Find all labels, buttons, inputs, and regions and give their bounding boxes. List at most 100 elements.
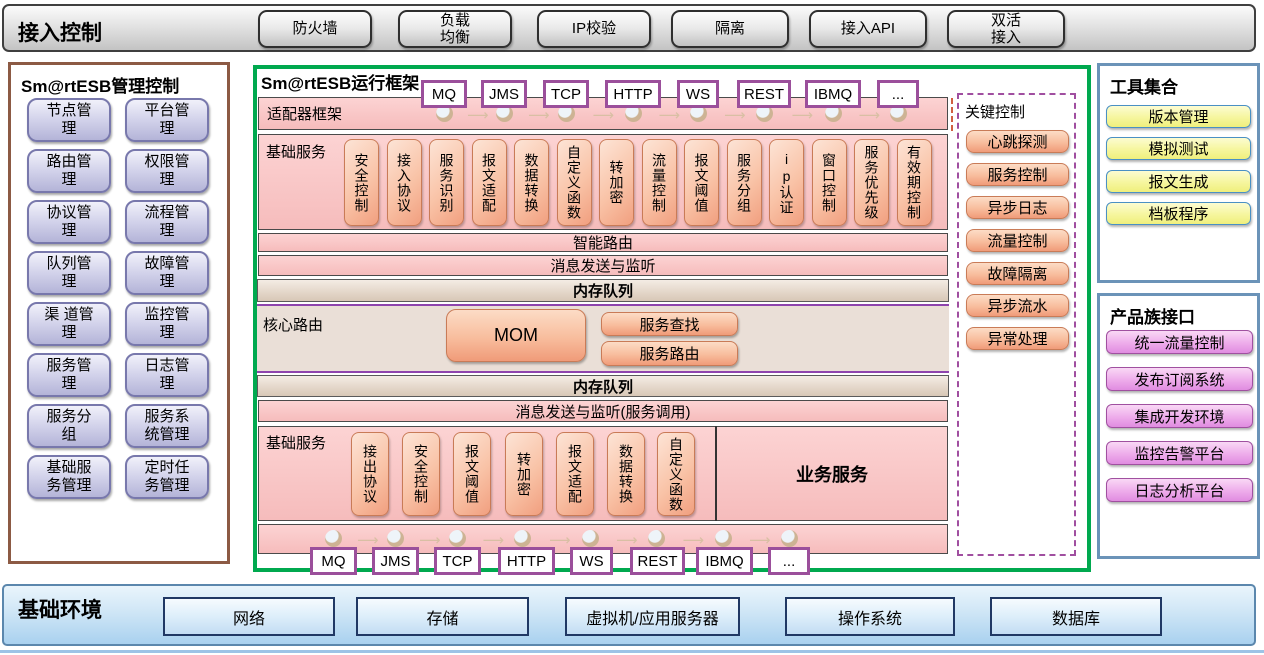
management-title: Sm@rtESB管理控制: [21, 72, 179, 97]
key-control-item: 流量控制: [966, 229, 1069, 252]
tool-item: 档板程序: [1106, 202, 1251, 225]
service-box-out: 安全控制: [402, 432, 440, 516]
flow-arrow-icon: ⟶: [593, 106, 615, 124]
adapter-keycontrol-connector: [951, 98, 953, 131]
service-box-in: 转加密: [599, 139, 634, 226]
service-box-in: 窗口控制: [812, 139, 847, 226]
management-panel: Sm@rtESB管理控制 节点管理平台管理路由管理权限管理协议管理流程管理队列管…: [8, 62, 230, 564]
access-control-item: 接入API: [809, 10, 927, 48]
key-control-item: 异常处理: [966, 327, 1069, 350]
service-box-out: 接出协议: [351, 432, 389, 516]
protocol-box-top: IBMQ: [805, 80, 861, 108]
protocol-box-bottom: IBMQ: [696, 547, 753, 575]
management-item: 基础服务管理: [27, 455, 111, 499]
management-item: 平台管理: [125, 98, 209, 142]
flow-arrow-icon: ⟶: [467, 106, 489, 124]
tools-panel: 工具集合 版本管理模拟测试报文生成档板程序: [1097, 63, 1260, 283]
connector-dot: [514, 530, 531, 547]
key-control-item: 异步日志: [966, 196, 1069, 219]
service-box-in: 服务识别: [429, 139, 464, 226]
connector-dot: [387, 530, 404, 547]
connector-dot: [715, 530, 732, 547]
runtime-framework-panel: Sm@rtESB运行框架 适配器框架 基础服务 智能路由 消息发送与监听 内存队…: [253, 65, 1091, 572]
management-item: 服务管理: [27, 353, 111, 397]
service-box-in: 接入协议: [387, 139, 422, 226]
management-item: 渠 道管理: [27, 302, 111, 346]
connector-dot: [325, 530, 342, 547]
tool-item: 版本管理: [1106, 105, 1251, 128]
environment-title: 基础环境: [18, 594, 102, 624]
management-item: 队列管理: [27, 251, 111, 295]
core-routing-label: 核心路由: [263, 314, 323, 335]
esb-architecture-diagram: 接入控制 防火墙负载 均衡IP校验隔离接入API双活 接入 Sm@rtESB管理…: [0, 0, 1264, 655]
memory-queue-bottom-bar: 内存队列: [257, 375, 949, 397]
protocol-box-bottom: REST: [630, 547, 685, 575]
protocol-box-bottom: TCP: [434, 547, 481, 575]
connector-dot: [582, 530, 599, 547]
protocol-box-top: MQ: [421, 80, 467, 108]
protocol-box-bottom: JMS: [372, 547, 419, 575]
service-box-out: 自定义函数: [657, 432, 695, 516]
key-control-title: 关键控制: [965, 101, 1025, 122]
connector-dot: [449, 530, 466, 547]
product-family-panel: 产品族接口 统一流量控制发布订阅系统集成开发环境监控告警平台日志分析平台: [1097, 293, 1260, 559]
connector-dot: [781, 530, 798, 547]
access-control-bar: 接入控制 防火墙负载 均衡IP校验隔离接入API双活 接入: [2, 4, 1256, 52]
management-item: 日志管理: [125, 353, 209, 397]
product-item: 集成开发环境: [1106, 404, 1253, 428]
environment-item: 存储: [356, 597, 529, 636]
runtime-framework-title: Sm@rtESB运行框架: [261, 69, 419, 94]
service-box-in: ip认证: [769, 139, 804, 226]
flow-arrow-icon: ⟶: [859, 106, 881, 124]
service-box-out: 转加密: [505, 432, 543, 516]
environment-item: 网络: [163, 597, 335, 636]
protocol-box-top: HTTP: [605, 80, 661, 108]
management-item: 监控管理: [125, 302, 209, 346]
smart-routing-bar: 智能路由: [258, 233, 948, 252]
key-control-item: 异步流水: [966, 294, 1069, 317]
service-box-in: 自定义函数: [557, 139, 592, 226]
access-control-title: 接入控制: [18, 17, 102, 47]
environment-item: 数据库: [990, 597, 1162, 636]
service-box-in: 有效期控制: [897, 139, 932, 226]
connector-dot: [648, 530, 665, 547]
protocol-box-top: ...: [877, 80, 919, 108]
product-item: 监控告警平台: [1106, 441, 1253, 465]
environment-item: 虚拟机/应用服务器: [565, 597, 740, 636]
service-box-in: 服务优先级: [854, 139, 889, 226]
protocol-box-top: JMS: [481, 80, 527, 108]
management-item: 流程管理: [125, 200, 209, 244]
management-item: 节点管理: [27, 98, 111, 142]
tool-item: 报文生成: [1106, 170, 1251, 193]
business-services-label: 业务服务: [716, 426, 948, 521]
management-item: 服务分组: [27, 404, 111, 448]
protocol-box-bottom: WS: [570, 547, 613, 575]
bottom-accent-line: [0, 650, 1264, 653]
adapter-framework-label: 适配器框架: [267, 103, 342, 124]
management-item: 协议管理: [27, 200, 111, 244]
flow-arrow-icon: ⟶: [528, 106, 550, 124]
service-routing-box: 服务路由: [601, 341, 738, 366]
flow-arrow-icon: ⟶: [724, 106, 746, 124]
service-lookup-box: 服务查找: [601, 312, 738, 336]
product-item: 统一流量控制: [1106, 330, 1253, 354]
basic-services-out-label: 基础服务: [266, 432, 326, 453]
service-box-out: 数据转换: [607, 432, 645, 516]
tool-item: 模拟测试: [1106, 137, 1251, 160]
access-control-item: 隔离: [671, 10, 789, 48]
access-control-item: 双活 接入: [947, 10, 1065, 48]
management-item: 服务系统管理: [125, 404, 209, 448]
management-item: 权限管理: [125, 149, 209, 193]
key-control-item: 心跳探测: [966, 130, 1069, 153]
management-item: 定时任务管理: [125, 455, 209, 499]
core-routing-section: 核心路由 MOM 服务查找 服务路由: [257, 304, 949, 373]
key-control-item: 故障隔离: [966, 262, 1069, 285]
tools-title: 工具集合: [1110, 73, 1178, 98]
service-box-in: 服务分组: [727, 139, 762, 226]
access-control-item: 负载 均衡: [398, 10, 512, 48]
environment-item: 操作系统: [785, 597, 955, 636]
protocol-box-bottom: ...: [768, 547, 810, 575]
service-box-in: 流量控制: [642, 139, 677, 226]
protocol-box-bottom: MQ: [310, 547, 357, 575]
basic-services-in-label: 基础服务: [266, 141, 326, 162]
